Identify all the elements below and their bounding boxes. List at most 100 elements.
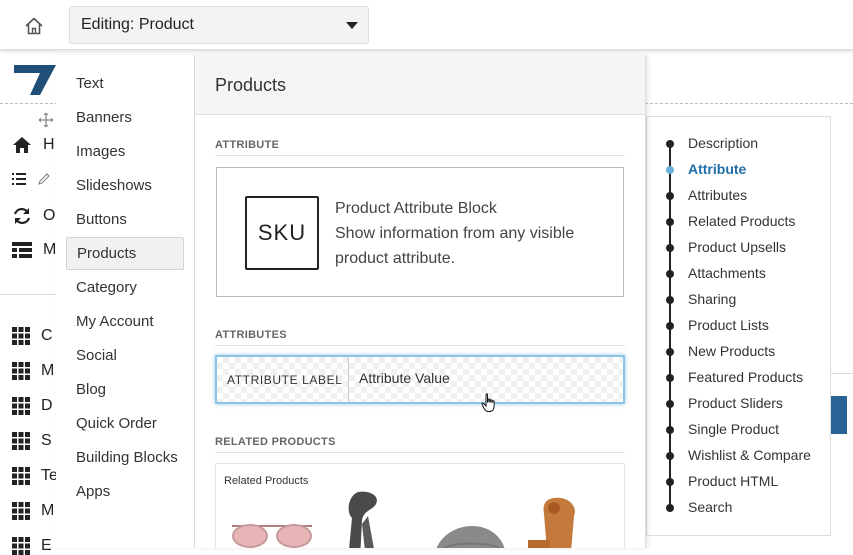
timeline-dot-icon	[666, 140, 674, 148]
divider	[831, 373, 853, 374]
menu-item-slideshows[interactable]: Slideshows	[66, 169, 184, 202]
section-label-attribute: ATTRIBUTE	[215, 139, 280, 151]
grid-icon	[12, 537, 30, 555]
menu-item-label: Building Blocks	[76, 449, 178, 466]
left-grid-item[interactable]: M	[12, 502, 54, 520]
menu-item-social[interactable]: Social	[66, 339, 184, 372]
left-grid-item[interactable]: C	[12, 327, 53, 345]
sunglasses-image	[232, 524, 312, 548]
grid-icon	[12, 397, 30, 415]
menu-item-label: Images	[76, 143, 126, 160]
block-type-label: Description	[688, 135, 759, 151]
menu-item-label: Category	[76, 279, 137, 296]
grid-icon	[12, 502, 30, 520]
block-type-wishlist-compare[interactable]: Wishlist & Compare	[647, 445, 830, 467]
timeline-dot-icon	[666, 322, 674, 330]
menu-item-building-blocks[interactable]: Building Blocks	[66, 441, 184, 474]
left-grid-item[interactable]: Te	[12, 467, 58, 485]
block-type-label: Product Sliders	[688, 395, 783, 411]
left-item-refresh[interactable]: O	[12, 206, 55, 226]
block-type-label: Attachments	[688, 265, 766, 281]
section-label-attributes: ATTRIBUTES	[215, 329, 287, 341]
divider	[215, 345, 625, 346]
menu-item-text[interactable]: Text	[66, 67, 184, 100]
attribute-label: ATTRIBUTE LABEL	[217, 357, 349, 402]
grid-icon	[12, 467, 30, 485]
left-item-list[interactable]	[12, 172, 50, 186]
block-type-product-upsells[interactable]: Product Upsells	[647, 237, 830, 259]
left-grid-item[interactable]: D	[12, 397, 53, 415]
timeline-dot-icon	[666, 348, 674, 356]
timeline-dot-icon	[666, 504, 674, 512]
menu-item-products[interactable]: Products	[66, 237, 184, 270]
products-panel: Products ATTRIBUTE SKU Product Attribute…	[195, 55, 646, 548]
block-type-sharing[interactable]: Sharing	[647, 289, 830, 311]
menu-item-blog[interactable]: Blog	[66, 373, 184, 406]
left-item-home[interactable]: H	[12, 136, 55, 154]
block-type-attributes[interactable]: Attributes	[647, 185, 830, 207]
panel-header: Products	[195, 55, 645, 115]
refresh-icon	[13, 207, 31, 225]
attributes-block[interactable]: ATTRIBUTE LABEL Attribute Value	[215, 355, 625, 404]
related-title: Related Products	[224, 475, 309, 487]
block-type-product-lists[interactable]: Product Lists	[647, 315, 830, 337]
block-type-label: Sharing	[688, 291, 737, 307]
block-type-new-products[interactable]: New Products	[647, 341, 830, 363]
left-item-label: M	[43, 241, 57, 258]
grid-icon	[12, 432, 30, 450]
block-type-search[interactable]: Search	[647, 497, 830, 519]
attribute-value: Attribute Value	[359, 370, 450, 386]
block-type-label: Product Lists	[688, 317, 769, 333]
editing-select[interactable]: Editing: Product	[69, 6, 369, 44]
block-type-featured-products[interactable]: Featured Products	[647, 367, 830, 389]
menu-item-label: Banners	[76, 109, 132, 126]
home-button[interactable]	[21, 13, 47, 39]
menu-item-label: Apps	[76, 483, 111, 500]
block-type-label: Search	[688, 499, 733, 515]
product-attribute-block[interactable]: SKU Product Attribute Block Show informa…	[216, 167, 624, 297]
timeline-dot-icon	[666, 400, 674, 408]
logo	[14, 65, 56, 95]
block-type-single-product[interactable]: Single Product	[647, 419, 830, 441]
panel-title: Products	[215, 75, 287, 95]
block-desc: Show information from any visible produc…	[335, 225, 575, 267]
menu-item-quick-order[interactable]: Quick Order	[66, 407, 184, 440]
list-icon	[12, 173, 26, 185]
left-grid-item[interactable]: S	[12, 432, 52, 450]
block-type-description[interactable]: Description	[647, 133, 830, 155]
home-solid-icon	[13, 137, 31, 153]
block-type-label: Featured Products	[688, 369, 804, 385]
move-icon	[38, 112, 54, 128]
timeline-dot-icon	[666, 452, 674, 460]
block-type-product-html[interactable]: Product HTML	[647, 471, 830, 493]
menu-item-apps[interactable]: Apps	[66, 475, 184, 508]
menu-item-category[interactable]: Category	[66, 271, 184, 304]
block-type-label: Related Products	[688, 213, 796, 229]
menu-item-my-account[interactable]: My Account	[66, 305, 184, 338]
background-button[interactable]	[831, 396, 847, 434]
menu-item-buttons[interactable]: Buttons	[66, 203, 184, 236]
timeline-dot-icon	[666, 374, 674, 382]
menu-item-banners[interactable]: Banners	[66, 101, 184, 134]
timeline-dot-icon	[666, 426, 674, 434]
block-type-product-sliders[interactable]: Product Sliders	[647, 393, 830, 415]
left-grid-item[interactable]: M	[12, 362, 54, 380]
related-products-block[interactable]: Related Products	[215, 463, 625, 548]
timeline-dot-icon	[666, 270, 674, 278]
left-item-table[interactable]: M	[12, 241, 56, 259]
left-item-label: S	[41, 432, 52, 449]
menu-item-images[interactable]: Images	[66, 135, 184, 168]
left-grid-item[interactable]: E	[12, 537, 52, 555]
menu-item-label: Buttons	[76, 211, 127, 228]
left-item-label: D	[41, 397, 53, 414]
menu-item-label: Products	[77, 245, 137, 262]
block-type-attribute[interactable]: Attribute	[647, 159, 830, 181]
menu-item-label: Slideshows	[76, 177, 152, 194]
block-type-attachments[interactable]: Attachments	[647, 263, 830, 285]
widget-category-menu: Text Banners Images Slideshows Buttons Produc…	[56, 55, 195, 548]
block-type-label: Single Product	[688, 421, 780, 437]
timeline-dot-icon	[666, 192, 674, 200]
timeline-dot-icon	[666, 244, 674, 252]
divider	[215, 155, 625, 156]
block-type-related-products[interactable]: Related Products	[647, 211, 830, 233]
